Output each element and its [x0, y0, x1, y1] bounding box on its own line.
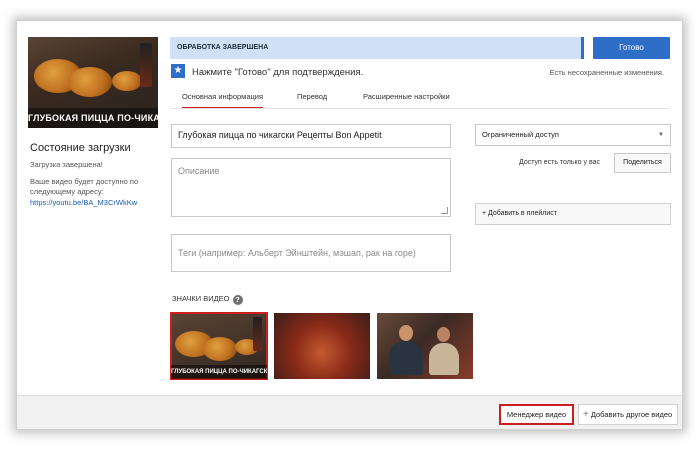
unsaved-changes-text: Есть несохраненные изменения.: [549, 68, 664, 77]
resize-handle-icon[interactable]: [441, 207, 448, 214]
privacy-select[interactable]: Ограниченный доступ ▼: [475, 124, 671, 146]
upload-status-title: Состояние загрузки: [30, 142, 131, 154]
upload-panel: ГЛУБОКАЯ ПИЦЦА ПО-ЧИКАГСКИ Состояние заг…: [16, 20, 683, 430]
video-url-link[interactable]: https://youtu.be/BA_M3CrWkKw: [30, 198, 137, 207]
thumbnails-label: ЗНАЧКИ ВИДЕО?: [172, 294, 243, 305]
star-icon: ★: [171, 64, 185, 78]
chevron-down-icon: ▼: [658, 132, 664, 138]
description-textarea[interactable]: Описание: [171, 158, 451, 217]
description-placeholder: Описание: [178, 166, 220, 176]
thumbnail-option-caption: ГЛУБОКАЯ ПИЦЦА ПО-ЧИКАГСКИ: [171, 365, 267, 379]
thumbnails-label-text: ЗНАЧКИ ВИДЕО: [172, 294, 230, 303]
add-another-video-label: Добавить другое видео: [590, 410, 673, 419]
video-manager-button[interactable]: Менеджер видео: [499, 404, 574, 425]
add-another-video-button[interactable]: + Добавить другое видео: [578, 404, 678, 425]
confirm-hint: Нажмите "Готово" для подтверждения.: [192, 67, 364, 78]
access-note: Доступ есть только у вас: [519, 159, 600, 166]
processing-status-bar: ОБРАБОТКА ЗАВЕРШЕНА: [170, 37, 584, 59]
tab-advanced-settings[interactable]: Расширенные настройки: [363, 92, 450, 101]
add-to-playlist-button[interactable]: + Добавить в плейлист: [475, 203, 671, 225]
footer-bar: Менеджер видео + Добавить другое видео: [17, 395, 682, 429]
tags-placeholder: Теги (например: Альберт Эйнштейн, мэшап,…: [178, 248, 416, 258]
plus-icon: +: [583, 409, 589, 420]
thumbnail-caption: ГЛУБОКАЯ ПИЦЦА ПО-ЧИКАГСКИ: [28, 108, 158, 128]
done-button[interactable]: Готово: [593, 37, 670, 59]
share-button[interactable]: Поделиться: [614, 153, 671, 173]
upload-complete-text: Загрузка завершена!: [30, 160, 103, 169]
tags-input[interactable]: Теги (например: Альберт Эйнштейн, мэшап,…: [171, 234, 451, 272]
availability-text-line1: Ваше видео будет доступно по: [30, 177, 139, 186]
thumbnail-option-1[interactable]: ГЛУБОКАЯ ПИЦЦА ПО-ЧИКАГСКИ: [170, 312, 268, 380]
privacy-selected-value: Ограниченный доступ: [482, 130, 559, 139]
tab-translation[interactable]: Перевод: [297, 92, 327, 101]
title-input[interactable]: Глубокая пицца по чикагски Рецепты Bon A…: [171, 124, 451, 148]
video-thumbnail: ГЛУБОКАЯ ПИЦЦА ПО-ЧИКАГСКИ: [28, 37, 158, 128]
tabs-divider: [170, 108, 670, 109]
tab-basic-info[interactable]: Основная информация: [182, 92, 264, 109]
thumbnail-option-2[interactable]: [274, 313, 370, 379]
availability-text-line2: следующему адресу:: [30, 187, 104, 196]
help-icon[interactable]: ?: [232, 295, 243, 305]
thumbnail-option-3[interactable]: [377, 313, 473, 379]
